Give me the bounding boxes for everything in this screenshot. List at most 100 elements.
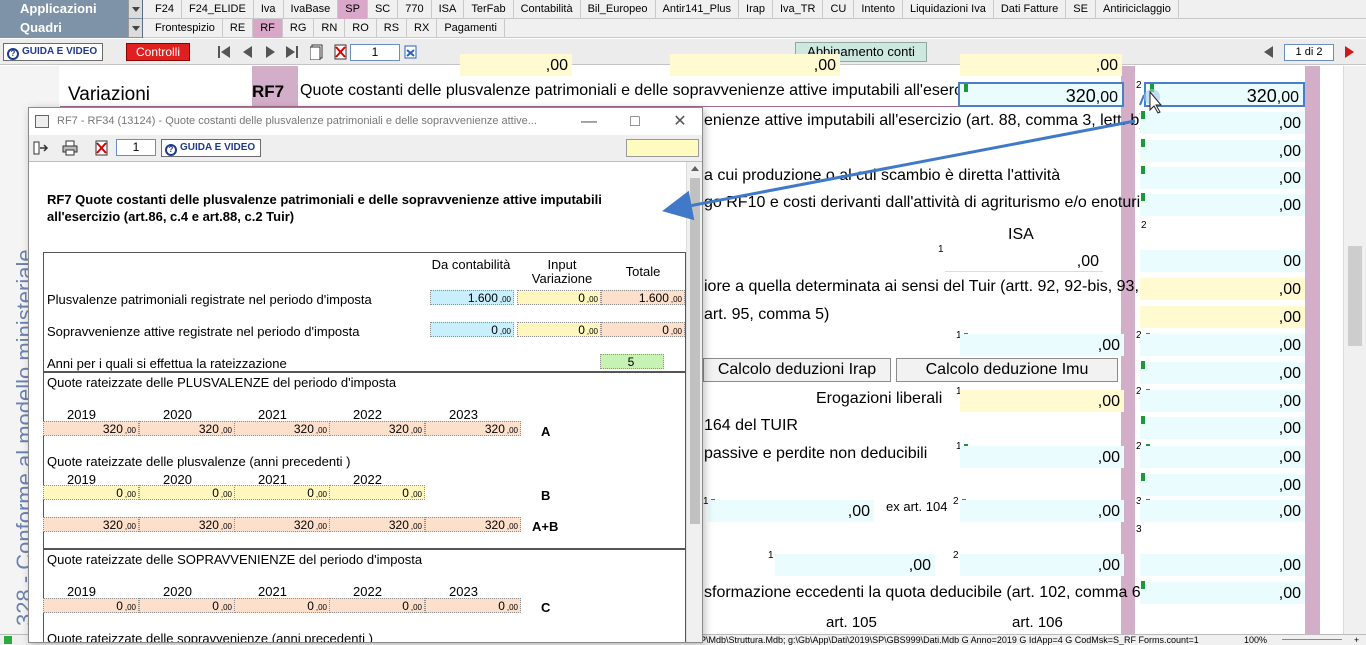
applicazioni-combo[interactable]: Applicazioni <box>0 0 143 19</box>
quadro-tab-rg[interactable]: RG <box>283 19 315 38</box>
rf20-field-1[interactable]: ,00 <box>708 500 874 522</box>
print-icon[interactable] <box>62 140 78 159</box>
last-page-icon[interactable] <box>286 46 295 58</box>
rf20-field-2[interactable]: ,00 <box>960 500 1124 522</box>
app-tab-contabilit-[interactable]: Contabilità <box>514 0 581 19</box>
rf18-field-2[interactable]: ,00 <box>1140 446 1305 468</box>
app-tab-770[interactable]: 770 <box>398 0 432 19</box>
rf17-field[interactable]: ,00 <box>1140 417 1305 439</box>
rf21-field-3[interactable]: ,00 <box>1140 554 1305 576</box>
isa-field-2[interactable]: 00 <box>1140 250 1305 272</box>
calcolo-deduzione-imu-button[interactable]: Calcolo deduzione Imu <box>896 358 1118 382</box>
dialog-page-field[interactable]: 1 <box>116 139 156 156</box>
zoom-plus-icon[interactable]: + <box>1354 635 1359 645</box>
rf14-field-1[interactable]: ,00 <box>960 334 1124 356</box>
sopr-input-field[interactable]: 0,00 <box>517 322 601 337</box>
rf22-field[interactable]: ,00 <box>1140 582 1305 604</box>
isa-field-1[interactable]: ,00 <box>945 250 1103 272</box>
rf9-field[interactable]: ,00 <box>1140 140 1305 162</box>
page-number-field[interactable]: 1 <box>350 44 400 61</box>
altre-rettifiche-field[interactable]: ,00 <box>670 54 840 76</box>
guida-video-button[interactable]: ? GUIDA E VIDEO <box>3 43 104 61</box>
plus-prev-quota-cell[interactable]: 0,00 <box>329 485 425 500</box>
quadro-tab-rn[interactable]: RN <box>314 19 346 38</box>
dialog-scrollbar-thumb[interactable] <box>690 178 700 524</box>
form-vertical-scrollbar[interactable] <box>1343 66 1366 634</box>
app-tab-cu[interactable]: CU <box>823 0 855 19</box>
plus-input-field[interactable]: 0,00 <box>517 290 601 305</box>
app-tab-f24[interactable]: F24 <box>148 0 182 19</box>
app-tab-terfab[interactable]: TerFab <box>464 0 514 19</box>
rf8-field[interactable]: ,00 <box>1140 112 1305 134</box>
quadro-tab-frontespizio[interactable]: Frontespizio <box>148 19 223 38</box>
app-tab-antir141-plus[interactable]: Antir141_Plus <box>656 0 740 19</box>
rf13-field[interactable]: ,00 <box>1140 306 1305 328</box>
ammortamenti-field[interactable]: ,00 <box>460 54 572 76</box>
anni-field[interactable]: 5 <box>600 354 664 369</box>
rf10-field[interactable]: ,00 <box>1140 167 1305 189</box>
accantonamenti-field[interactable]: ,00 <box>960 54 1122 76</box>
rf7-value1-field[interactable]: 320,00 <box>958 82 1124 107</box>
maximize-button[interactable]: □ <box>612 108 658 135</box>
quadro-tab-rx[interactable]: RX <box>407 19 438 38</box>
app-tab-irap[interactable]: Irap <box>739 0 773 19</box>
delete-document-icon[interactable] <box>334 44 348 60</box>
dialog-yellow-field[interactable] <box>626 139 699 157</box>
rf7-value2-field[interactable]: 320,00 <box>1144 82 1305 107</box>
quadro-tab-rf[interactable]: RF <box>253 19 283 38</box>
dialog-vertical-scrollbar[interactable] <box>686 162 702 642</box>
app-tab-iva[interactable]: Iva <box>254 0 284 19</box>
app-tab-bil-europeo[interactable]: Bil_Europeo <box>581 0 656 19</box>
zoom-slider[interactable] <box>1282 639 1342 640</box>
app-tab-sc[interactable]: SC <box>368 0 399 19</box>
rf15-field[interactable]: ,00 <box>1140 362 1305 384</box>
plus-prev-quota-cell[interactable]: 0,00 <box>43 485 139 500</box>
rf21-field-2[interactable]: ,00 <box>960 554 1124 576</box>
erogazioni-field-2[interactable]: ,00 <box>1140 390 1305 412</box>
next-page-icon[interactable] <box>1345 46 1354 58</box>
erogazioni-field-1[interactable]: ,00 <box>960 390 1124 412</box>
prev-page-icon[interactable] <box>1264 46 1273 58</box>
rf20-field-3[interactable]: ,00 <box>1140 500 1305 522</box>
controlli-button[interactable]: Controlli <box>126 43 190 61</box>
app-tab-liquidazioni-iva[interactable]: Liquidazioni Iva <box>903 0 994 19</box>
rf19-field[interactable]: ,00 <box>1140 474 1305 496</box>
quadro-tab-pagamenti[interactable]: Pagamenti <box>437 19 505 38</box>
app-tab-sp[interactable]: SP <box>338 0 368 19</box>
quadri-combo[interactable]: Quadri <box>0 19 143 38</box>
first-page-icon[interactable] <box>221 46 230 58</box>
app-tab-antiriciclaggio[interactable]: Antiriciclaggio <box>1096 0 1179 19</box>
rf18-field-1[interactable]: ,00 <box>960 446 1124 468</box>
chevron-down-icon[interactable] <box>128 0 142 18</box>
app-tab-f24-elide[interactable]: F24_ELIDE <box>182 0 254 19</box>
close-button[interactable]: ✕ <box>657 108 703 135</box>
new-document-icon[interactable] <box>309 44 324 61</box>
quadro-tab-re[interactable]: RE <box>223 19 254 38</box>
app-tab-intento[interactable]: Intento <box>854 0 903 19</box>
delete-icon[interactable] <box>95 140 109 159</box>
scrollbar-thumb[interactable] <box>1348 246 1362 346</box>
rf14-field-2[interactable]: ,00 <box>1140 334 1305 356</box>
plus-prev-quota-cell[interactable]: 0,00 <box>139 485 235 500</box>
scroll-up-icon[interactable] <box>691 166 699 171</box>
quadro-tab-rs[interactable]: RS <box>377 19 408 38</box>
minimize-button[interactable]: — <box>566 108 612 135</box>
rf11-field[interactable]: ,00 <box>1140 194 1305 216</box>
sopr-contabilita-field[interactable]: 0,00 <box>430 322 514 337</box>
plus-contabilita-field[interactable]: 1.600,00 <box>430 290 514 305</box>
rf12-field[interactable]: ,00 <box>1140 278 1305 300</box>
exit-icon[interactable] <box>33 140 49 159</box>
plus-prev-quota-cell[interactable]: 0,00 <box>234 485 330 500</box>
search-page-icon[interactable] <box>404 44 418 60</box>
app-tab-se[interactable]: SE <box>1066 0 1096 19</box>
prev-page-icon[interactable] <box>243 46 252 58</box>
quadro-tab-ro[interactable]: RO <box>345 19 377 38</box>
app-tab-ivabase[interactable]: IvaBase <box>284 0 339 19</box>
app-tab-iva-tr[interactable]: Iva_TR <box>773 0 824 19</box>
app-tab-dati-fatture[interactable]: Dati Fatture <box>994 0 1067 19</box>
rf21-field-1[interactable]: ,00 <box>775 554 935 576</box>
calcolo-deduzioni-irap-button[interactable]: Calcolo deduzioni Irap <box>703 358 891 382</box>
app-tab-isa[interactable]: ISA <box>432 0 465 19</box>
dialog-guida-video-button[interactable]: ? GUIDA E VIDEO <box>161 139 262 157</box>
next-page-icon[interactable] <box>266 46 275 58</box>
